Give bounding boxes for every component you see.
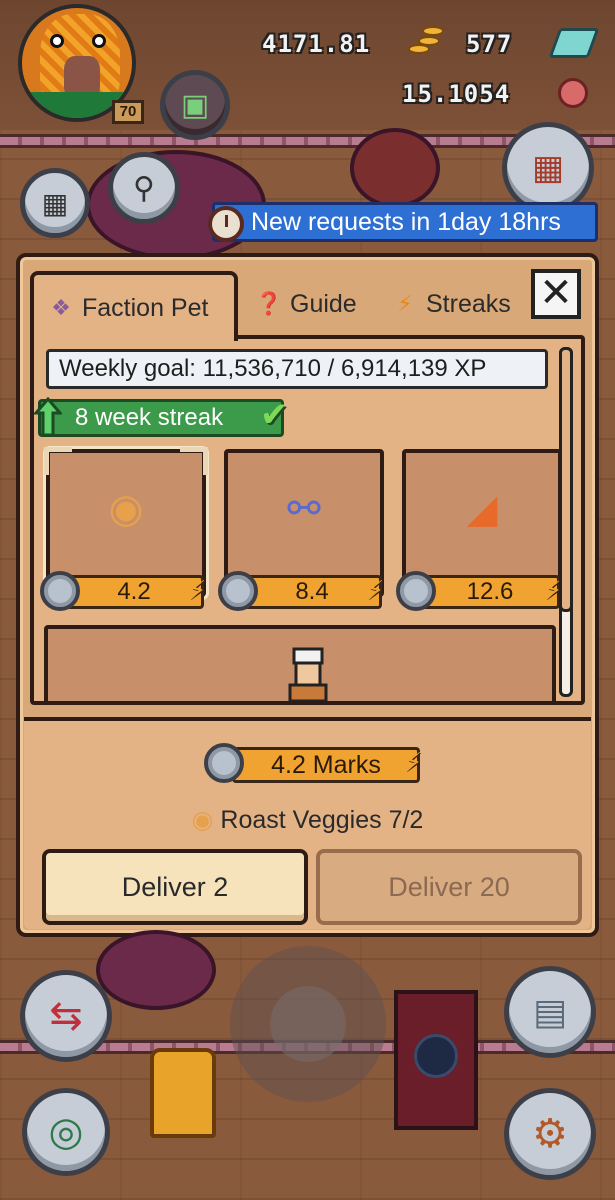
item-price-pie: 12.6 [420,575,560,609]
swap-arrows-icon: ⇆ [49,994,83,1038]
tab-guide[interactable]: ❓ Guide [255,271,357,337]
flower-currency-icon [558,78,588,108]
lightning-icon: ⚡ [397,291,413,316]
roast-veggies-icon: ◉ [108,487,144,531]
swap-button[interactable]: ⇆ [20,970,112,1062]
requests-scroll-area[interactable]: Weekly goal: 11,536,710 / 6,914,139 XP 8… [30,335,585,705]
faction-pet-panel: ❖ Faction Pet ❓ Guide ⚡ Streaks ✕ Weekly… [16,253,599,937]
tab-faction-pet[interactable]: ❖ Faction Pet [30,271,238,341]
selected-marks-value: 4.2 Marks [232,747,420,783]
mark-coin-icon [204,743,244,783]
gem-count: 577 [466,30,513,58]
coin-icon [408,24,448,60]
book-clock-icon: ▣ [180,88,210,122]
quest-book-button[interactable]: ▣ [160,70,230,140]
tab-streaks-label: Streaks [426,289,511,318]
chef-character-icon [288,647,328,701]
mark-coin-icon [218,571,258,611]
close-icon: ✕ [539,271,573,315]
close-button[interactable]: ✕ [531,269,581,319]
tab-guide-label: Guide [290,289,357,318]
background-creature [350,128,440,208]
settings-button[interactable]: ⚙ [504,1088,596,1180]
guide-icon: ❓ [255,291,283,316]
magnifier-icon: ⚲ [133,171,155,205]
mark-coin-icon [40,571,80,611]
lightning-icon: ⚡ [404,747,423,777]
item-price-roast-veggies: 4.2 [64,575,204,609]
weekly-goal-text: Weekly goal: 11,536,710 / 6,914,139 XP [46,349,548,389]
secondary-currency-count: 15.1054 [402,80,511,108]
delivery-section: 4.2 Marks ⚡ ◉ Roast Veggies 7/2 Deliver … [24,717,591,929]
lightning-icon: ⚡ [188,575,207,605]
globe-icon: ◎ [48,1110,84,1154]
floppy-disk-icon: ▤ [532,991,567,1032]
streak-check-icon: ✔ [260,396,289,434]
potion-icon: ⚯ [287,487,321,531]
background-rug-lower [96,930,216,1010]
new-requests-timer: New requests in 1day 18hrs [212,202,598,242]
virtual-joystick[interactable] [230,946,386,1102]
lightning-icon: ⚡ [366,575,385,605]
faction-icon: ❖ [51,295,71,320]
scrollbar[interactable] [559,347,573,697]
next-request-card[interactable] [44,625,556,701]
gear-icon: ⚙ [532,1112,568,1156]
roast-veggies-icon: ◉ [191,806,214,834]
world-map-button[interactable]: ◎ [22,1088,110,1176]
deliver-20-button[interactable]: Deliver 20 [316,849,582,925]
stopwatch-icon [208,206,244,242]
tab-faction-pet-label: Faction Pet [82,293,209,322]
search-button[interactable]: ⚲ [108,152,180,224]
calendar-button[interactable]: ▦ [20,168,90,238]
deliver-2-button[interactable]: Deliver 2 [42,849,308,925]
save-button[interactable]: ▤ [504,966,596,1058]
shop-basket-button[interactable]: ▦ [502,122,594,214]
mark-coin-icon [396,571,436,611]
pie-icon: ◢ [466,487,498,531]
streak-badge: 8 week streak [38,399,284,437]
player-level-badge: 70 [112,100,144,124]
basket-icon: ▦ [531,149,565,187]
calendar-icon: ▦ [41,187,69,219]
faction-banner [394,990,478,1130]
item-price-potion: 8.4 [242,575,382,609]
request-progress-text: Roast Veggies 7/2 [220,806,424,834]
tab-streaks[interactable]: ⚡ Streaks [392,271,511,337]
scrollbar-thumb[interactable] [559,347,573,612]
request-progress: ◉ Roast Veggies 7/2 [24,805,591,835]
coin-count: 4171.81 [262,30,371,58]
trophy-decoration [150,1048,216,1138]
streak-up-arrow-icon [34,397,62,437]
